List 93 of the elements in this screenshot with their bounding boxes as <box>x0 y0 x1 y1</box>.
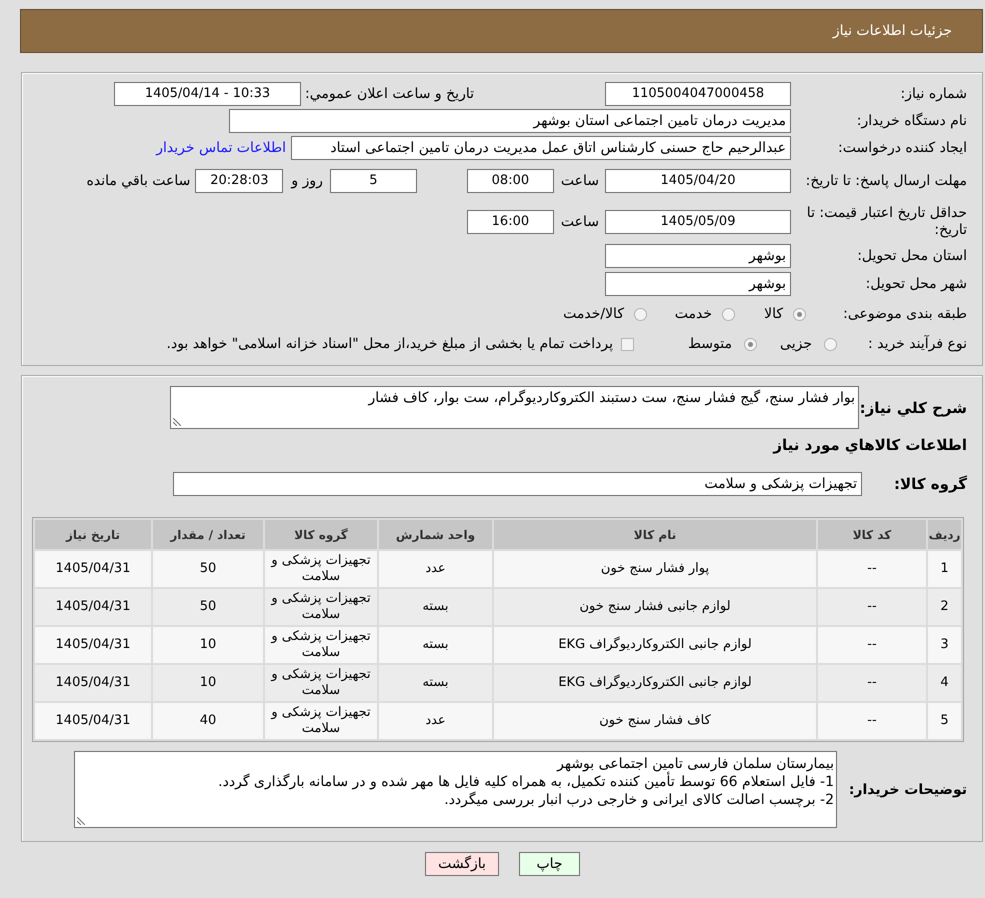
table-cell: عدد <box>379 551 492 587</box>
table-cell: لوازم جانبی الکتروکاردیوگراف EKG <box>494 627 816 663</box>
text-field[interactable]: تجهیزات پزشکی و سلامت <box>173 472 862 496</box>
table-cell: 1 <box>928 551 961 587</box>
field-label: توضیحات خریدار: <box>848 782 967 798</box>
text-field[interactable]: عبدالرحیم حاج حسنی کارشناس اتاق عمل مدیریت درمان تامین اجتماعی استاد <box>291 136 791 160</box>
text-field[interactable]: 20:28:03 <box>195 169 284 193</box>
text-field[interactable]: 16:00 <box>466 210 554 234</box>
radio-button[interactable] <box>634 308 647 320</box>
field-label: ساعت <box>560 173 599 189</box>
table-cell: بسته <box>379 589 492 625</box>
table-cell: عدد <box>379 703 492 739</box>
text-field[interactable]: 08:00 <box>466 169 554 193</box>
table-cell: کاف فشار سنج خون <box>494 703 816 739</box>
text-field[interactable]: 1105004047000458 <box>605 82 791 106</box>
column-header: واحد شمارش <box>379 520 492 549</box>
table-cell: -- <box>818 551 926 587</box>
text-field[interactable]: بوشهر <box>605 272 791 296</box>
radio-button[interactable] <box>722 308 735 320</box>
table-cell: 50 <box>153 589 263 625</box>
field-label: تاریخ و ساعت اعلان عمومي: <box>305 86 474 102</box>
table-cell: -- <box>818 703 926 739</box>
table-cell: بسته <box>379 627 492 663</box>
field-label: ساعت باقي مانده <box>86 173 190 189</box>
page-title: جزئیات اطلاعات نیاز <box>832 23 952 39</box>
field-label: مهلت ارسال پاسخ: تا تاریخ: <box>804 172 967 190</box>
option-label: کالا <box>764 306 783 322</box>
table-cell: -- <box>818 627 926 663</box>
table-cell: 1405/04/31 <box>35 589 151 625</box>
option-label: کالا/خدمت <box>563 306 624 322</box>
text-field[interactable]: 1405/04/14 - 10:33 <box>114 82 302 106</box>
text-field[interactable]: 1405/04/20 <box>605 169 791 193</box>
column-header: ردیف <box>928 520 961 549</box>
description-field[interactable]: بوار فشار سنج، گیج فشار سنج، ست دستبند الکتروکاردیوگرام، ست بوار، کاف فشار <box>170 386 859 429</box>
text-field[interactable]: 5 <box>330 169 417 193</box>
table-cell: 10 <box>153 627 263 663</box>
field-label: طبقه بندی موضوعی: <box>842 306 967 322</box>
option-label: خدمت <box>674 306 712 322</box>
field-label: روز و <box>291 173 323 189</box>
table-cell: 10 <box>153 665 263 701</box>
field-label: نام دستگاه خریدار: <box>856 113 967 129</box>
table-cell: -- <box>818 589 926 625</box>
resize-grip-icon[interactable] <box>173 418 181 426</box>
print-button[interactable]: چاپ <box>519 852 580 876</box>
table-cell: 40 <box>153 703 263 739</box>
field-label: ایجاد کننده درخواست: <box>837 140 967 156</box>
notes-field[interactable]: بیمارستان سلمان فارسی تامین اجتماعی بوشهر 1- فایل استعلام 66 توسط تأمین کننده تکمیل، به همراه کلیه فایل ها مهر شده و در سامانه بارگذاری گردد. 2- برچسب اصالت کالای ایرانی و خارجی درب انبار بررسی میگردد. <box>74 751 837 828</box>
column-header: تعداد / مقدار <box>153 520 263 549</box>
table-cell: پوار فشار سنج خون <box>494 551 816 587</box>
field-label: استان محل تحویل: <box>856 248 967 264</box>
table-cell: تجهیزات پزشکی و سلامت <box>265 703 377 739</box>
field-label: شماره نیاز: <box>900 86 967 102</box>
table-cell: 1405/04/31 <box>35 627 151 663</box>
table-cell: لوازم جانبی الکتروکاردیوگراف EKG <box>494 665 816 701</box>
checkbox[interactable] <box>621 338 634 350</box>
table-cell: -- <box>818 665 926 701</box>
column-header: تاریخ نیاز <box>35 520 151 549</box>
field-label: ساعت <box>560 214 599 230</box>
field-label: شرح کلي نیاز: <box>859 400 967 416</box>
table-cell: 3 <box>928 627 961 663</box>
radio-button[interactable] <box>824 338 837 350</box>
table-cell: تجهیزات پزشکی و سلامت <box>265 551 377 587</box>
resize-grip-icon[interactable] <box>77 817 85 825</box>
text-field[interactable]: 1405/05/09 <box>605 210 791 234</box>
field-label: گروه کالا: <box>893 476 967 492</box>
table-cell: لوازم جانبی فشار سنج خون <box>494 589 816 625</box>
field-label: نوع فرآیند خرید : <box>867 336 967 352</box>
table-cell: تجهیزات پزشکی و سلامت <box>265 665 377 701</box>
column-header: نام کالا <box>494 520 816 549</box>
option-label: پرداخت تمام یا بخشی از مبلغ خرید،از محل "اسناد خزانه اسلامی" خواهد بود. <box>166 336 613 352</box>
option-label: جزیی <box>780 336 812 352</box>
text-field[interactable]: مدیریت درمان تامین اجتماعی استان بوشهر <box>229 109 791 133</box>
buyer-contact-link[interactable]: اطلاعات تماس خریدار <box>156 140 286 156</box>
column-header: گروه کالا <box>265 520 377 549</box>
text-field[interactable]: بوشهر <box>605 244 791 268</box>
back-button[interactable]: بازگشت <box>425 852 499 876</box>
table-cell: 1405/04/31 <box>35 551 151 587</box>
table-cell: 1405/04/31 <box>35 665 151 701</box>
table-cell: تجهیزات پزشکی و سلامت <box>265 589 377 625</box>
field-label: شهر محل تحویل: <box>864 276 967 292</box>
field-label: حداقل تاریخ اعتبار قیمت: تا تاریخ: <box>806 205 967 239</box>
table-cell: 4 <box>928 665 961 701</box>
table-cell: 1405/04/31 <box>35 703 151 739</box>
table-cell: تجهیزات پزشکی و سلامت <box>265 627 377 663</box>
section-title: اطلاعات کالاهاي مورد نیاز <box>773 437 967 453</box>
table-cell: 2 <box>928 589 961 625</box>
table-cell: بسته <box>379 665 492 701</box>
table-cell: 50 <box>153 551 263 587</box>
option-label: متوسط <box>688 336 732 352</box>
column-header: کد کالا <box>818 520 926 549</box>
radio-button[interactable] <box>793 308 806 320</box>
radio-button[interactable] <box>744 338 757 350</box>
table-cell: 5 <box>928 703 961 739</box>
